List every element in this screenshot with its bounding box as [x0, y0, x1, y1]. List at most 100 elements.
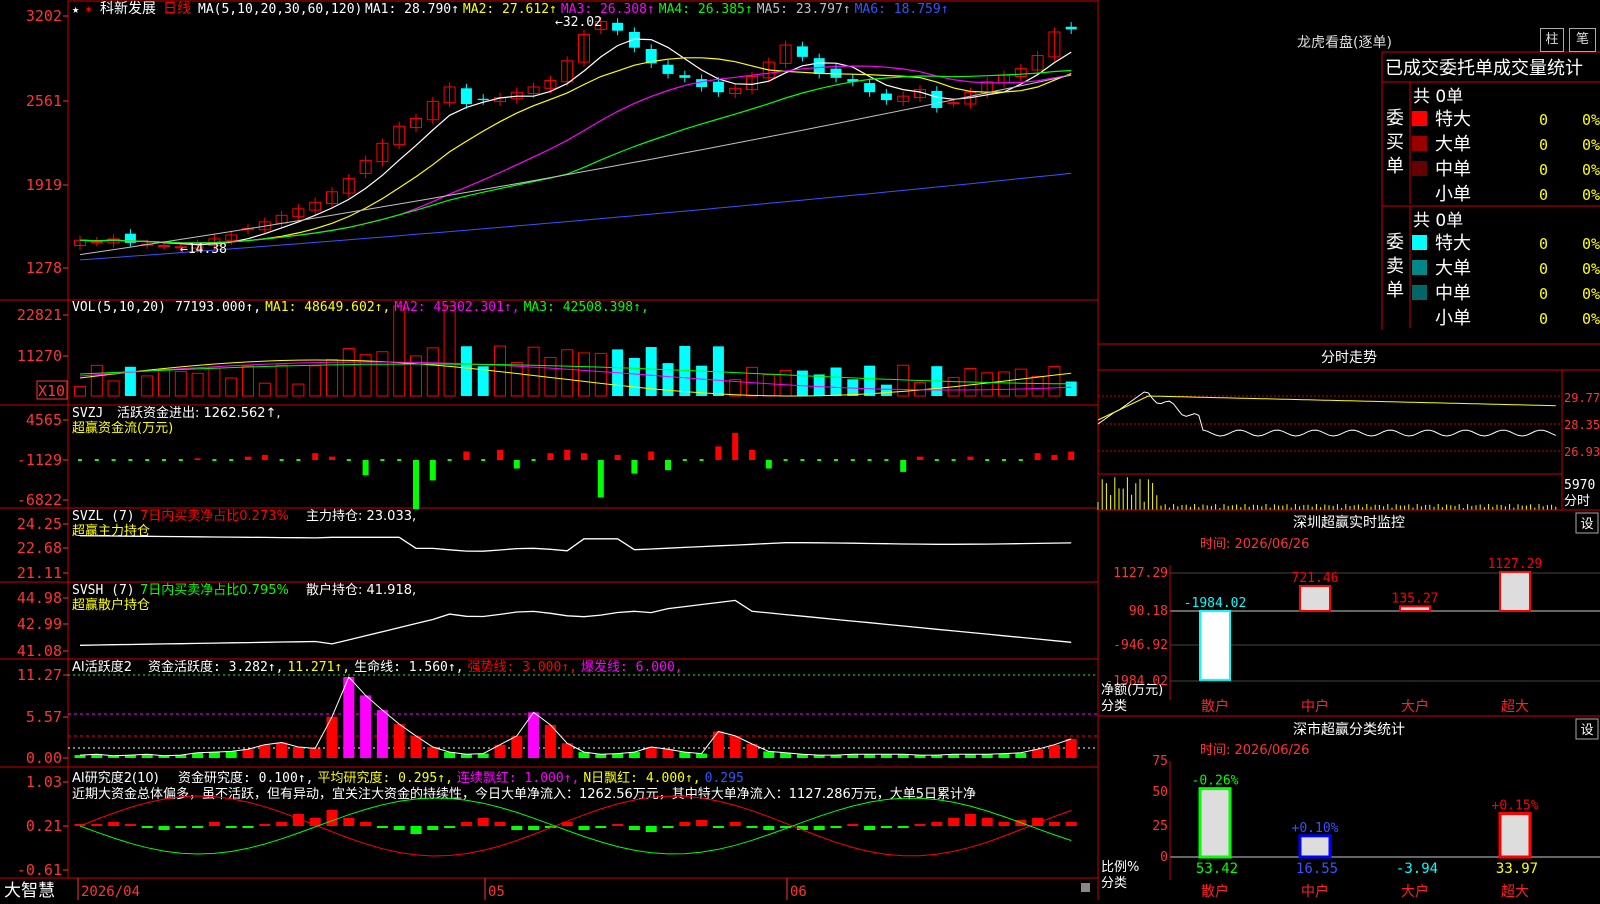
volume-bar-up	[561, 349, 574, 397]
research-bar	[360, 822, 372, 826]
flow-bar-zero	[481, 459, 486, 461]
favorite-star-icon: ★	[72, 2, 79, 16]
monitor-category: 散户	[1201, 698, 1229, 715]
price-axis-tick: 1278	[26, 259, 62, 277]
research-bar	[595, 826, 607, 828]
flow-bar-zero	[145, 459, 150, 461]
candle-body-down	[662, 64, 674, 74]
flow-bar-in	[564, 449, 571, 460]
flow-bar-out	[900, 460, 907, 472]
active-bar	[225, 751, 237, 758]
flow-bar-out	[765, 460, 772, 469]
active-bar	[662, 749, 674, 758]
flow-bar-zero	[867, 459, 872, 461]
candle-body-down	[931, 90, 943, 108]
research-bar	[914, 824, 926, 826]
candle-body-down	[880, 93, 892, 101]
flow-bar-zero	[78, 459, 82, 461]
active-bar	[242, 749, 254, 758]
buy-row-count: 0	[1539, 186, 1548, 204]
monitor-settings-button: 设	[1580, 517, 1593, 532]
active-axis-tick: 5.57	[26, 708, 62, 726]
sell-swatch	[1412, 235, 1427, 250]
active-bar	[259, 744, 271, 758]
flow-bar-in	[967, 456, 974, 460]
monitor-cat-label: 分类	[1101, 699, 1127, 714]
research-bar	[948, 818, 960, 826]
class-category: 超大	[1501, 884, 1529, 900]
research-bar	[578, 826, 590, 830]
volume-bar-up	[158, 368, 170, 397]
volume-bar-up	[309, 365, 322, 397]
active-bar	[360, 695, 372, 758]
intraday-avg-line	[1097, 395, 1556, 421]
research-bar	[528, 826, 540, 830]
research-bar	[259, 824, 271, 826]
sell-row-pct: 0%	[1582, 235, 1600, 253]
pen-mode-button[interactable]: 笔	[1569, 28, 1596, 52]
monitor-bar-value: 135.27	[1392, 591, 1439, 606]
monitor-bar-value: -1984.02	[1184, 596, 1247, 611]
monitor-bar	[1399, 605, 1431, 613]
svsh-holding: 散户持仓: 41.918,	[306, 582, 416, 598]
bar-mode-button[interactable]: 柱	[1540, 28, 1564, 52]
sell-row-count: 0	[1539, 310, 1548, 328]
flow-bar-zero	[229, 459, 234, 461]
app-logo: 大智慧	[4, 881, 55, 900]
research-bar	[763, 826, 775, 830]
research-bar	[158, 826, 170, 830]
research-bar	[242, 826, 254, 828]
marker-icon: ✶	[85, 2, 92, 16]
date-label: 2026/04	[81, 884, 140, 900]
intraday-title: 分时走势	[1321, 350, 1377, 366]
candle-body-down	[813, 58, 825, 74]
active-bar	[864, 754, 876, 758]
ma-legend-5: MA6: 18.759↑	[855, 2, 949, 17]
active-bar	[292, 746, 304, 758]
research-legend-0: 资金研究度: 0.100↑,	[178, 770, 313, 786]
buy-side-label: 委	[1386, 108, 1404, 129]
active-legend-4: 爆发线: 6.000,	[581, 659, 683, 675]
flow-bar-in	[749, 449, 755, 460]
volume-bar-up	[376, 351, 389, 397]
sell-swatch	[1412, 285, 1427, 300]
research-bar	[192, 826, 204, 828]
research-legend-3: N日飘红: 4.000↑,	[583, 770, 700, 786]
research-bar	[712, 826, 724, 828]
active-bar	[528, 712, 540, 758]
stock-chart-canvas[interactable]: 3202 2561 1919 1278 22821 11270 X10 4565 -1129 -6…	[0, 0, 1600, 901]
ma-legend-2: MA3: 26.308↑	[561, 2, 655, 17]
monitor-y-tick: 1127.29	[1113, 566, 1168, 581]
volume-bar-up	[258, 382, 271, 397]
flow-bar-zero	[212, 459, 217, 461]
volume-legend-1: MA1: 48649.602↑,	[265, 300, 390, 315]
ma-legend-1: MA2: 27.612↑	[463, 2, 557, 17]
active-bar	[712, 731, 724, 758]
flow-bar-zero	[94, 459, 99, 461]
research-bar	[813, 826, 825, 830]
active-bar	[1048, 744, 1060, 758]
flow-bar-zero	[128, 459, 133, 461]
candle-body-down	[1065, 26, 1077, 30]
monitor-category: 中户	[1301, 698, 1329, 715]
active-legend-3: 强势线: 3.000↑,	[468, 659, 577, 675]
research-bar	[897, 826, 909, 828]
stock-name: 科新发展	[100, 1, 156, 17]
class-settings-button: 设	[1580, 723, 1593, 738]
class-bar	[1298, 834, 1332, 859]
volume-bar-up	[174, 371, 187, 397]
flow-bar-in	[648, 451, 655, 460]
class-y-tick: 75	[1152, 754, 1168, 769]
active-bar	[410, 735, 422, 758]
active-bar	[511, 735, 523, 758]
candle-body-down	[796, 46, 808, 57]
volume-bar-down	[830, 367, 842, 396]
volume-bar-down	[880, 384, 892, 396]
buy-swatch	[1412, 111, 1427, 126]
research-bar	[880, 826, 892, 828]
flow-bar-in	[614, 454, 621, 460]
candle-body-down	[628, 31, 640, 48]
class-cat-label: 分类	[1101, 876, 1127, 891]
active-bar	[696, 753, 708, 758]
flow-bar-zero	[447, 459, 452, 461]
